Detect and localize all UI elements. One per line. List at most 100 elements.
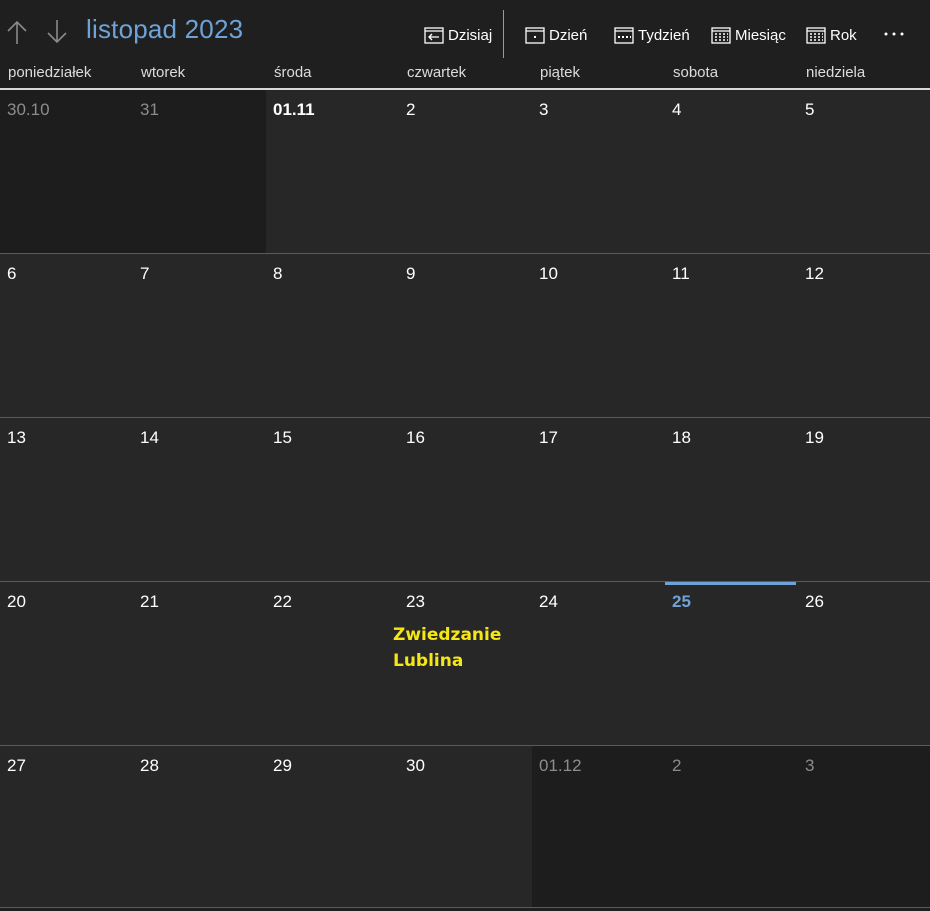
day-number: 2 [406, 100, 416, 119]
week-divider [0, 581, 930, 582]
day-cell[interactable]: 7 [133, 254, 266, 417]
day-number: 3 [805, 756, 815, 775]
weekday-label: czwartek [407, 64, 467, 81]
week-divider [0, 417, 930, 418]
day-number: 01.11 [273, 100, 315, 119]
day-cell[interactable]: 15 [266, 418, 399, 581]
week-view-button[interactable]: Tydzień [614, 22, 690, 48]
top-bar: listopad 2023 Dzisiaj Dzień Tydzień Mies… [0, 0, 930, 62]
day-number: 26 [805, 592, 824, 611]
day-number: 30 [406, 756, 425, 775]
day-cell[interactable]: 16 [399, 418, 532, 581]
day-cell[interactable]: 27 [0, 746, 133, 907]
arrow-down-icon [47, 20, 67, 44]
day-number: 2 [672, 756, 682, 775]
more-icon [884, 32, 904, 36]
day-number: 15 [273, 428, 292, 447]
day-number: 14 [140, 428, 159, 447]
day-number: 8 [273, 264, 283, 283]
day-number: 25 [672, 592, 691, 611]
day-cell[interactable]: 10 [532, 254, 665, 417]
day-number: 19 [805, 428, 824, 447]
day-cell[interactable]: 01.11 [266, 90, 399, 253]
week-view-label: Tydzień [638, 26, 690, 44]
day-cell[interactable]: 2 [399, 90, 532, 253]
day-number: 31 [140, 100, 159, 119]
day-number: 30.10 [7, 100, 50, 119]
day-view-icon [525, 27, 545, 44]
day-cell[interactable]: 24 [532, 582, 665, 745]
weekday-label: sobota [673, 64, 719, 81]
day-number: 16 [406, 428, 425, 447]
weekday-label: niedziela [806, 64, 866, 81]
day-cell[interactable]: 11 [665, 254, 798, 417]
day-cell[interactable]: 4 [665, 90, 798, 253]
day-number: 5 [805, 100, 815, 119]
day-cell[interactable]: 5 [798, 90, 930, 253]
week-view-icon [614, 27, 634, 44]
day-cell[interactable]: 12 [798, 254, 930, 417]
day-cell[interactable]: 17 [532, 418, 665, 581]
day-cell[interactable]: 20 [0, 582, 133, 745]
day-cell[interactable]: 3 [798, 746, 930, 907]
day-cell[interactable]: 13 [0, 418, 133, 581]
day-number: 6 [7, 264, 17, 283]
weekday-label: środa [274, 64, 312, 81]
day-cell[interactable]: 30 [399, 746, 532, 907]
month-view-button[interactable]: Miesiąc [711, 22, 786, 48]
day-cell[interactable]: 18 [665, 418, 798, 581]
day-cell[interactable]: 14 [133, 418, 266, 581]
year-view-icon [806, 27, 826, 44]
weekday-label: piątek [540, 64, 581, 81]
weekday-label: poniedziałek [8, 64, 92, 81]
week-divider [0, 907, 930, 908]
month-grid: 30.10 31 01.11 2 3 4 5 6 7 8 9 10 11 12 13 14 15 16 17 18 19… [0, 90, 930, 911]
week-divider [0, 253, 930, 254]
previous-month-button[interactable] [2, 16, 32, 48]
day-cell[interactable]: 21 [133, 582, 266, 745]
day-number: 23 [406, 592, 425, 611]
day-cell[interactable]: 8 [266, 254, 399, 417]
day-cell[interactable]: 25 [665, 581, 798, 745]
today-icon [424, 27, 444, 44]
day-cell[interactable]: 30.10 [0, 90, 133, 253]
day-cell[interactable]: 29 [266, 746, 399, 907]
calendar-event[interactable]: Zwiedzanie Lublina [393, 622, 523, 674]
weekday-label: wtorek [141, 64, 186, 81]
day-number: 13 [7, 428, 26, 447]
today-button-label: Dzisiaj [448, 26, 493, 44]
day-number: 3 [539, 100, 549, 119]
more-options-button[interactable] [883, 24, 905, 44]
arrow-up-icon [7, 20, 27, 44]
day-number: 24 [539, 592, 558, 611]
month-title[interactable]: listopad 2023 [86, 14, 243, 45]
today-button[interactable]: Dzisiaj [424, 22, 492, 48]
month-view-icon [711, 27, 731, 44]
year-view-label: Rok [830, 26, 857, 44]
day-cell[interactable]: 01.12 [532, 746, 665, 907]
day-view-button[interactable]: Dzień [525, 22, 587, 48]
day-cell[interactable]: 23 Zwiedzanie Lublina [393, 582, 532, 745]
day-cell[interactable]: 9 [399, 254, 532, 417]
day-number: 18 [672, 428, 691, 447]
day-number: 28 [140, 756, 159, 775]
day-cell[interactable]: 6 [0, 254, 133, 417]
day-cell[interactable]: 19 [798, 418, 930, 581]
day-number: 10 [539, 264, 558, 283]
day-cell[interactable]: 28 [133, 746, 266, 907]
day-number: 21 [140, 592, 159, 611]
toolbar-separator [503, 10, 504, 58]
day-cell[interactable]: 31 [133, 90, 266, 253]
day-number: 4 [672, 100, 682, 119]
day-cell[interactable]: 3 [532, 90, 665, 253]
day-number: 11 [672, 264, 690, 283]
next-month-button[interactable] [42, 16, 72, 48]
day-cell[interactable]: 26 [798, 582, 930, 745]
day-number: 12 [805, 264, 824, 283]
day-cell[interactable]: 22 [266, 582, 399, 745]
day-cell[interactable]: 2 [665, 746, 798, 907]
day-number: 27 [7, 756, 26, 775]
day-number: 7 [140, 264, 150, 283]
year-view-button[interactable]: Rok [806, 22, 857, 48]
day-view-label: Dzień [549, 26, 588, 44]
